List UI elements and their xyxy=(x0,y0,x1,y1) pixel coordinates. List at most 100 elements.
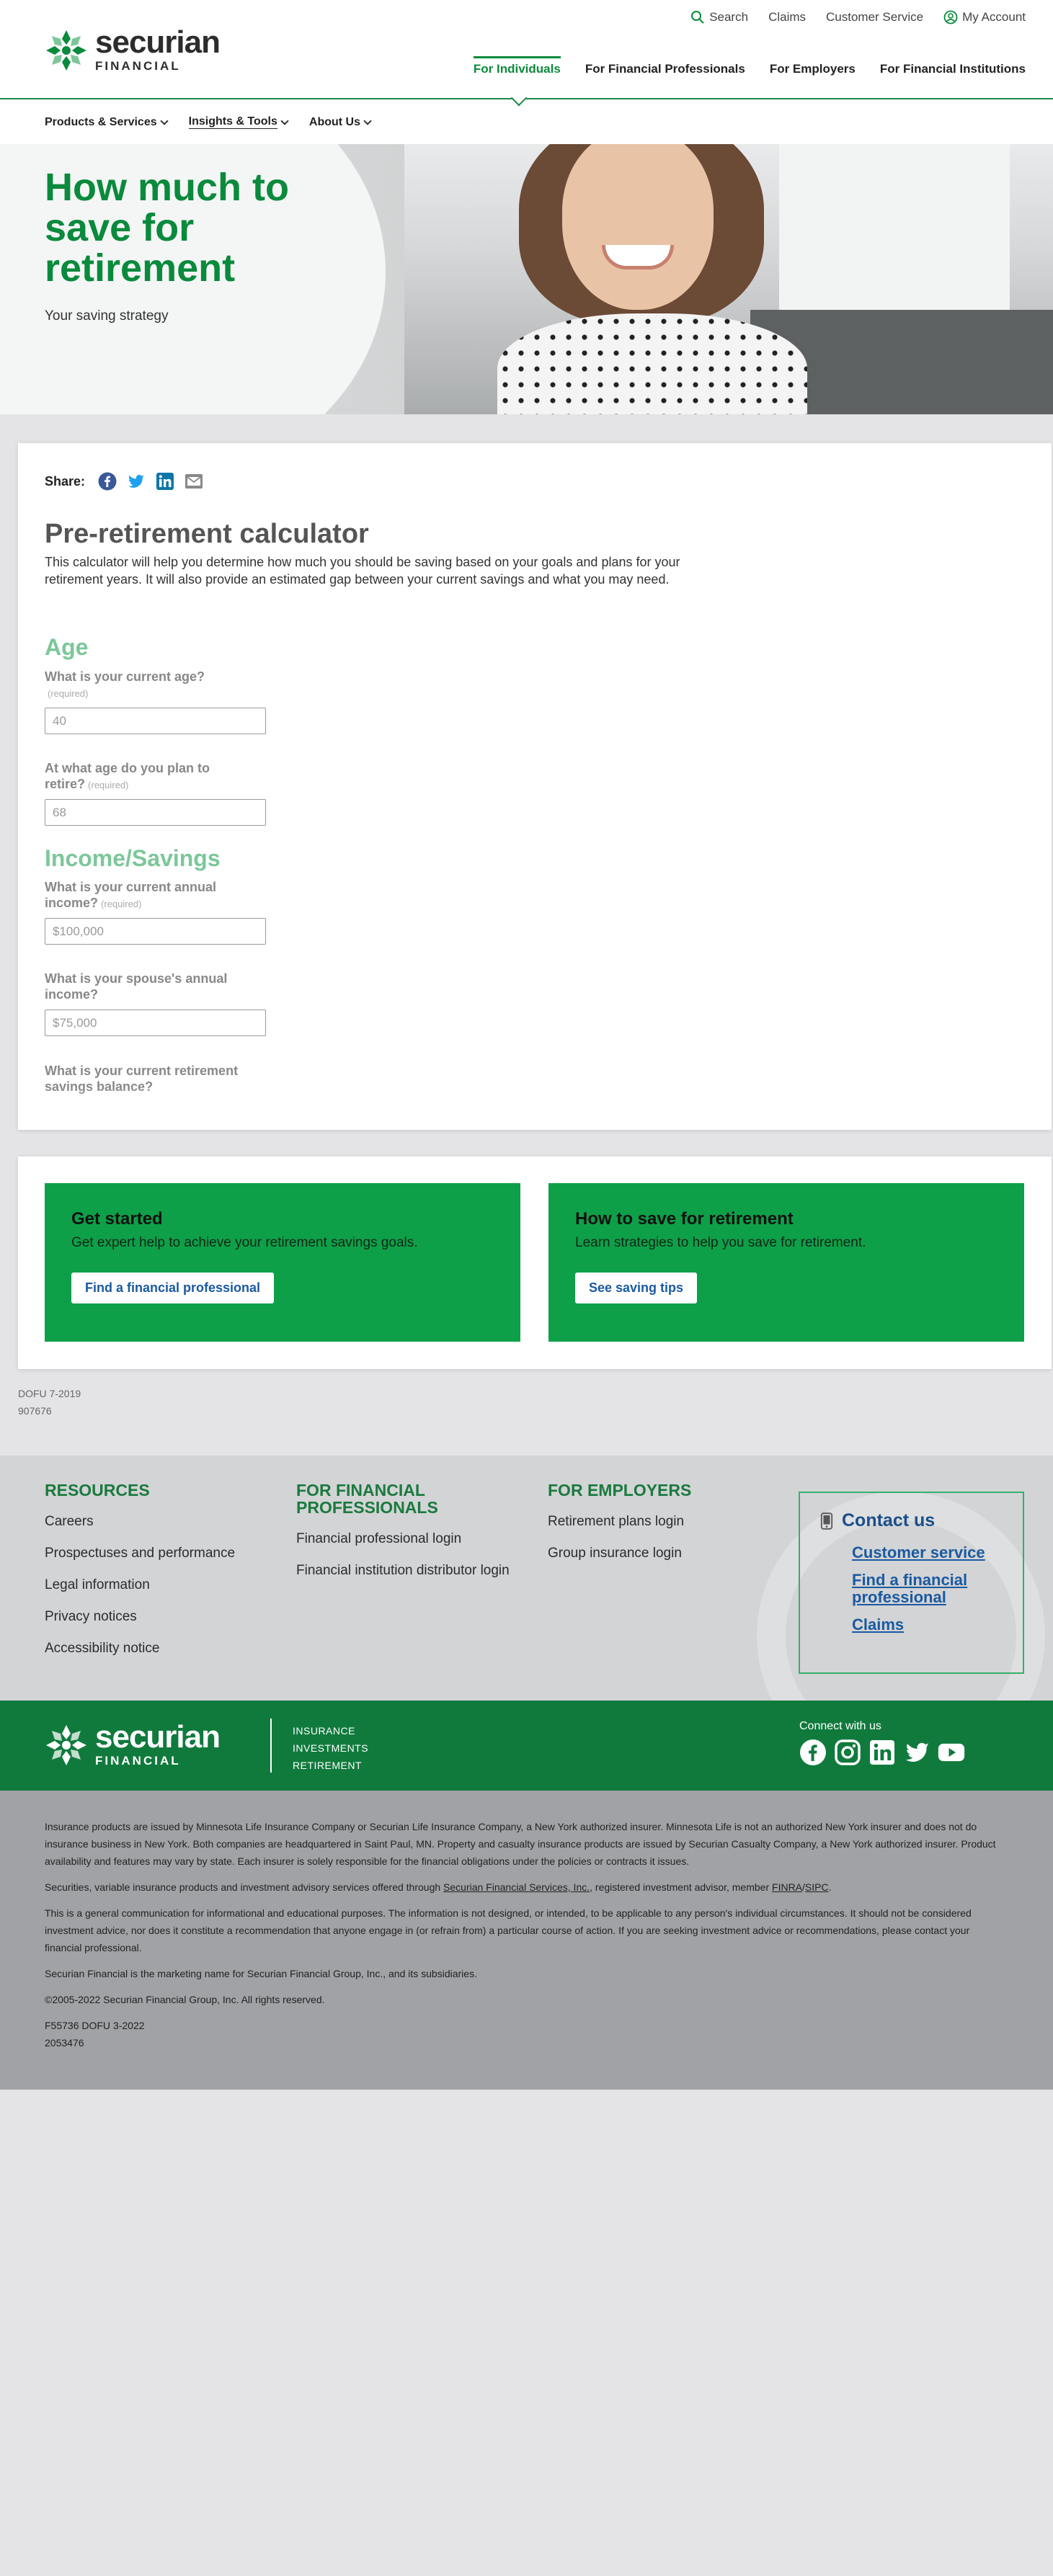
annual-income-input[interactable]: $100,000 xyxy=(45,918,266,945)
nav-for-employers[interactable]: For Employers xyxy=(770,56,856,82)
cta-saving-title: How to save for retirement xyxy=(575,1209,794,1229)
share-bar: Share: xyxy=(45,472,203,491)
footer-employers-title: FOR EMPLOYERS xyxy=(548,1481,692,1499)
legal-insurance-disclosure: Insurance products are issued by Minneso… xyxy=(45,1821,996,1867)
subnav-about-label: About Us xyxy=(308,115,360,128)
brand-divider xyxy=(270,1719,272,1773)
youtube-icon[interactable] xyxy=(938,1739,965,1766)
hero-photo-window xyxy=(779,144,1010,331)
cta-saving-text: Learn strategies to help you save for re… xyxy=(575,1235,866,1250)
legal-securities-disclosure: Securities, variable insurance products … xyxy=(45,1878,1008,1896)
footer-link-careers[interactable]: Careers xyxy=(45,1513,235,1530)
calculator-card: Share: Pre-retirement calculator This ca… xyxy=(18,443,1052,1130)
tag-insurance: INSURANCE xyxy=(293,1725,355,1737)
chevron-down-icon xyxy=(280,116,289,125)
securian-logo[interactable]: securian FINANCIAL xyxy=(45,27,221,73)
my-account-link[interactable]: My Account xyxy=(943,10,1026,24)
footer-brand-bar: securian FINANCIAL INSURANCE INVESTMENTS… xyxy=(0,1701,1053,1791)
search-icon xyxy=(691,11,704,24)
legal-copyright: ©2005-2022 Securian Financial Group, Inc… xyxy=(45,1994,325,2005)
calculator-title: Pre-retirement calculator xyxy=(45,519,369,549)
social-links xyxy=(799,1739,965,1766)
my-account-label: My Account xyxy=(962,10,1026,24)
footer-link-group-insurance-login[interactable]: Group insurance login xyxy=(548,1545,691,1561)
footer-resources-title: RESOURCES xyxy=(45,1481,150,1499)
see-saving-tips-button[interactable]: See saving tips xyxy=(575,1273,698,1303)
required-note: (required) xyxy=(48,688,89,699)
footer-link-retirement-login[interactable]: Retirement plans login xyxy=(548,1513,691,1530)
footer-link-fp-login[interactable]: Financial professional login xyxy=(296,1530,512,1547)
twitter-icon[interactable] xyxy=(127,472,146,491)
footer-link-institution-login[interactable]: Financial institution distributor login xyxy=(296,1562,512,1579)
subnav-products-label: Products & Services xyxy=(45,115,157,128)
contact-customer-service-link[interactable]: Customer service xyxy=(852,1544,1003,1561)
linkedin-icon[interactable] xyxy=(156,472,174,491)
cta-tile-get-started: Get started Get expert help to achieve y… xyxy=(45,1183,520,1342)
annual-income-label: What is your current annual income? (requ… xyxy=(45,879,254,912)
connect-label: Connect with us xyxy=(799,1720,881,1732)
footer-logo-wordmark: securian xyxy=(95,1719,221,1755)
chevron-down-icon xyxy=(363,116,372,125)
securian-logo-icon xyxy=(46,30,86,71)
contact-box: Contact us Customer service Find a finan… xyxy=(799,1492,1024,1674)
scroll-fade xyxy=(18,1087,1052,1130)
footer-securian-logo[interactable]: securian FINANCIAL xyxy=(45,1719,221,1768)
footer-fp-title: FOR FINANCIAL PROFESSIONALS xyxy=(296,1481,438,1517)
linkedin-icon[interactable] xyxy=(868,1739,896,1766)
email-icon[interactable] xyxy=(185,472,203,491)
legal-period: . xyxy=(828,1881,832,1893)
spouse-income-input[interactable]: $75,000 xyxy=(45,1010,266,1036)
retire-age-input[interactable]: 68 xyxy=(45,799,266,826)
sub-nav: Products & Services Insights & Tools Abo… xyxy=(45,115,372,129)
legal-securities-text: Securities, variable insurance products … xyxy=(45,1881,444,1893)
footer-link-accessibility[interactable]: Accessibility notice xyxy=(45,1640,235,1657)
claims-link[interactable]: Claims xyxy=(768,10,806,24)
footer-link-legal[interactable]: Legal information xyxy=(45,1577,235,1593)
customer-service-link[interactable]: Customer Service xyxy=(826,10,923,24)
subnav-products-services[interactable]: Products & Services xyxy=(45,115,169,129)
contact-find-professional-link[interactable]: Find a financial professional xyxy=(852,1572,1003,1606)
hero-photo-woman-face xyxy=(562,144,714,310)
tag-retirement: RETIREMENT xyxy=(293,1760,362,1771)
nav-for-individuals[interactable]: For Individuals xyxy=(473,56,561,82)
hero-photo-polka-dot-blouse xyxy=(497,313,807,414)
utility-nav: Search Claims Customer Service My Accoun… xyxy=(690,10,1026,24)
footer-logo-subtitle: FINANCIAL xyxy=(95,1754,181,1768)
twitter-icon[interactable] xyxy=(903,1739,930,1766)
legal-disclosures: Insurance products are issued by Minneso… xyxy=(0,1791,1053,2090)
section-title-age: Age xyxy=(45,634,89,660)
page-title: How much to save for retirement xyxy=(45,166,289,290)
site-header: securian FINANCIAL Search Claims Custome… xyxy=(0,0,1053,144)
footer-link-privacy[interactable]: Privacy notices xyxy=(45,1608,235,1625)
finra-link[interactable]: FINRA xyxy=(772,1881,802,1893)
main-nav: For Individuals For Financial Profession… xyxy=(473,56,1026,82)
current-age-input[interactable]: 40 xyxy=(45,708,266,734)
securian-financial-services-link[interactable]: Securian Financial Services, Inc. xyxy=(443,1881,590,1893)
tag-investments: INVESTMENTS xyxy=(293,1742,369,1754)
facebook-icon[interactable] xyxy=(98,472,117,491)
footer-link-prospectuses[interactable]: Prospectuses and performance xyxy=(45,1545,235,1561)
subnav-insights-tools[interactable]: Insights & Tools xyxy=(188,115,289,129)
facebook-icon[interactable] xyxy=(799,1739,827,1766)
instagram-icon[interactable] xyxy=(834,1739,861,1766)
legal-code-2: 2053476 xyxy=(45,2037,84,2049)
contact-claims-link[interactable]: Claims xyxy=(852,1616,1003,1634)
current-age-label: What is your current age? (required) xyxy=(45,669,254,702)
nav-for-financial-professionals[interactable]: For Financial Professionals xyxy=(585,56,745,82)
search-link[interactable]: Search xyxy=(690,10,748,24)
footer-resources-column: RESOURCES Careers Prospectuses and perfo… xyxy=(45,1481,235,1657)
footer-links: RESOURCES Careers Prospectuses and perfo… xyxy=(0,1456,1053,1701)
section-title-income-savings: Income/Savings xyxy=(45,845,221,871)
compliance-code: 907676 xyxy=(18,1405,52,1417)
find-financial-professional-button[interactable]: Find a financial professional xyxy=(71,1273,275,1303)
cta-card: Get started Get expert help to achieve y… xyxy=(18,1156,1052,1369)
required-note: (required) xyxy=(101,899,142,909)
subnav-about-us[interactable]: About Us xyxy=(308,115,372,129)
document-codes: DOFU 7-2019 907676 xyxy=(18,1385,81,1420)
nav-for-financial-institutions[interactable]: For Financial Institutions xyxy=(880,56,1026,82)
retire-age-label: At what age do you plan to retire? (requi… xyxy=(45,760,254,793)
required-note: (required) xyxy=(88,780,129,790)
current-age-question: What is your current age? xyxy=(45,669,205,684)
sipc-link[interactable]: SIPC xyxy=(805,1881,829,1893)
hero-subtitle: Your saving strategy xyxy=(45,308,169,324)
